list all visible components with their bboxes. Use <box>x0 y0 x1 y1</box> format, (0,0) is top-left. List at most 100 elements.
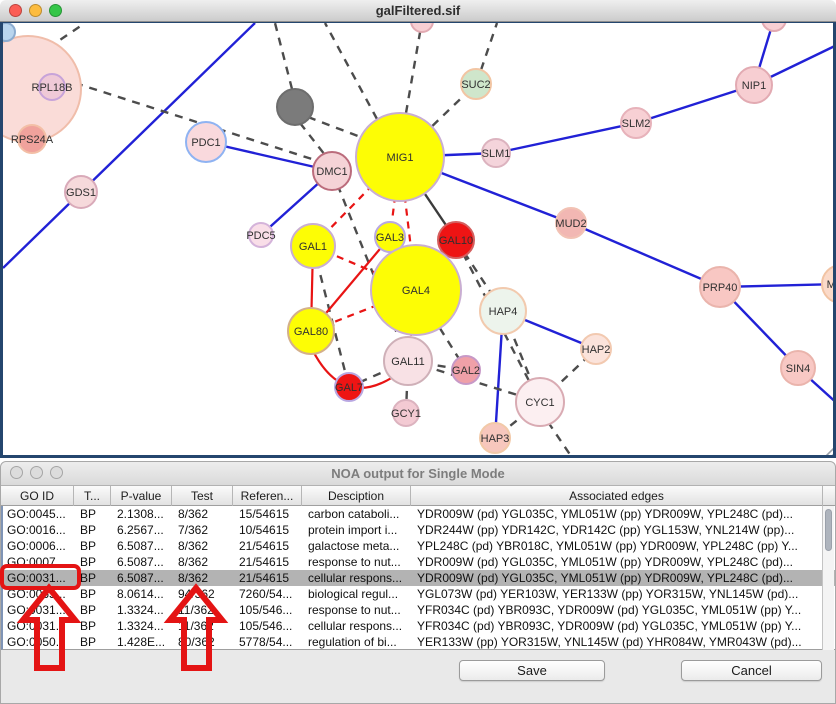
node-top-pink-2[interactable] <box>762 23 786 31</box>
cell-description: regulation of bi... <box>304 634 413 650</box>
cell-type: BP <box>76 634 113 650</box>
network-edge <box>275 23 292 89</box>
network-window-title: galFiltered.sif <box>0 3 836 18</box>
network-graph[interactable]: RPL18BRPS24APDC1GDS1MIG1DMC1SUC2SLM1SLM2… <box>3 23 836 458</box>
node-label-hap4: HAP4 <box>489 306 518 318</box>
node-label-hap3: HAP3 <box>481 433 510 445</box>
table-row[interactable]: GO:0006...BP6.5087...8/36221/54615galact… <box>3 538 835 554</box>
cell-type: BP <box>76 554 113 570</box>
column-header-associated_edges[interactable]: Associated edges <box>411 486 823 506</box>
network-edge <box>496 123 636 153</box>
cell-p_value: 6.5087... <box>113 538 174 554</box>
table-row[interactable]: GO:0031...BP1.3324...11/362105/546...cel… <box>3 618 835 634</box>
table-body: GO:0045...BP2.1308...8/36215/54615carbon… <box>1 506 835 650</box>
node-label-slm2: SLM2 <box>622 118 651 130</box>
cell-reference: 105/546... <box>235 602 304 618</box>
column-header-go_id[interactable]: GO ID <box>1 486 74 506</box>
table-row[interactable]: GO:0016...BP6.2567...7/36210/54615protei… <box>3 522 835 538</box>
cell-description: response to nut... <box>304 602 413 618</box>
node-label-gal2: GAL2 <box>452 365 480 377</box>
column-header-reference[interactable]: Referen... <box>233 486 302 506</box>
cell-reference: 21/54615 <box>235 570 304 586</box>
cell-go_id: GO:0050... <box>3 634 76 650</box>
cell-description: cellular respons... <box>304 618 413 634</box>
noa-window-titlebar[interactable]: NOA output for Single Mode <box>1 462 835 486</box>
table-row[interactable]: GO:0031...BP6.5087...8/36221/54615cellul… <box>3 570 835 586</box>
cell-reference: 7260/54... <box>235 586 304 602</box>
network-edge <box>548 422 573 458</box>
cell-type: BP <box>76 586 113 602</box>
cell-test: 11/362 <box>174 618 235 634</box>
cell-go_id: GO:0006... <box>3 538 76 554</box>
cell-type: BP <box>76 618 113 634</box>
cell-p_value: 6.2567... <box>113 522 174 538</box>
network-edge <box>823 443 836 458</box>
node-label-mud2: MUD2 <box>555 218 586 230</box>
network-canvas[interactable]: RPL18BRPS24APDC1GDS1MIG1DMC1SUC2SLM1SLM2… <box>0 22 836 458</box>
cell-type: BP <box>76 506 113 522</box>
column-header-p_value[interactable]: P-value <box>111 486 172 506</box>
cell-description: galactose meta... <box>304 538 413 554</box>
node-corner-blue[interactable] <box>3 23 15 41</box>
cell-type: BP <box>76 602 113 618</box>
cell-test: 8/362 <box>174 554 235 570</box>
cancel-button[interactable]: Cancel <box>681 660 822 681</box>
node-top-pink-1[interactable] <box>411 23 433 32</box>
table-row[interactable]: GO:0065...BP8.0614...94/3627260/54...bio… <box>3 586 835 602</box>
table-row[interactable]: GO:0007...BP6.5087...8/36221/54615respon… <box>3 554 835 570</box>
cell-reference: 5778/54... <box>235 634 304 650</box>
vertical-scrollbar[interactable] <box>822 506 834 650</box>
scrollbar-thumb[interactable] <box>825 509 832 551</box>
cell-go_id: GO:0031... <box>3 618 76 634</box>
network-edge <box>308 117 363 138</box>
node-label-gal3: GAL3 <box>376 232 404 244</box>
cell-type: BP <box>76 538 113 554</box>
column-header-test[interactable]: Test <box>172 486 233 506</box>
network-edge <box>300 123 325 155</box>
save-button[interactable]: Save <box>459 660 605 681</box>
node-label-nip1: NIP1 <box>742 80 766 92</box>
cell-associated_edges: YDR009W (pd) YGL035C, YML051W (pp) YDR00… <box>413 570 825 586</box>
cell-associated_edges: YGL073W (pd) YER103W, YER133W (pp) YOR31… <box>413 586 825 602</box>
cell-associated_edges: YDR009W (pd) YGL035C, YML051W (pp) YDR00… <box>413 506 825 522</box>
cell-reference: 15/54615 <box>235 506 304 522</box>
cell-description: carbon cataboli... <box>304 506 413 522</box>
cell-go_id: GO:0031... <box>3 602 76 618</box>
network-edge <box>406 23 422 113</box>
table-row[interactable]: GO:0050...BP1.428E...80/3625778/54...reg… <box>3 634 835 650</box>
cell-associated_edges: YER133W (pp) YOR315W, YNL145W (pd) YHR08… <box>413 634 825 650</box>
cell-type: BP <box>76 522 113 538</box>
network-edge <box>571 223 720 287</box>
network-edge <box>325 23 377 119</box>
cell-test: 8/362 <box>174 570 235 586</box>
column-header-description[interactable]: Desciption <box>302 486 411 506</box>
cell-description: cellular respons... <box>304 570 413 586</box>
cell-go_id: GO:0031... <box>3 570 76 586</box>
table-row[interactable]: GO:0031...BP1.3324...11/362105/546...res… <box>3 602 835 618</box>
node-label-pdc5: PDC5 <box>246 230 275 242</box>
cell-p_value: 1.3324... <box>113 602 174 618</box>
node-label-gal11: GAL11 <box>391 356 424 368</box>
table-row[interactable]: GO:0045...BP2.1308...8/36215/54615carbon… <box>3 506 835 522</box>
node-label-gal4: GAL4 <box>402 285 430 297</box>
node-label-msl1: MSL1 <box>827 279 836 291</box>
column-header-type[interactable]: T... <box>74 486 111 506</box>
table-header: GO IDT...P-valueTestReferen...Desciption… <box>1 486 835 506</box>
node-label-gal7: GAL7 <box>335 382 363 394</box>
network-window-titlebar[interactable]: galFiltered.sif <box>0 0 836 22</box>
node-label-prp40: PRP40 <box>703 282 738 294</box>
cell-reference: 21/54615 <box>235 554 304 570</box>
cell-reference: 105/546... <box>235 618 304 634</box>
cell-test: 11/362 <box>174 602 235 618</box>
node-gray-node[interactable] <box>277 89 313 125</box>
node-label-pdc1: PDC1 <box>191 137 220 149</box>
node-label-gal80: GAL80 <box>294 326 328 338</box>
cell-p_value: 8.0614... <box>113 586 174 602</box>
node-label-gcy1: GCY1 <box>391 408 421 420</box>
node-label-mig1: MIG1 <box>387 152 414 164</box>
node-label-suc2: SUC2 <box>461 79 490 91</box>
cell-reference: 21/54615 <box>235 538 304 554</box>
cell-go_id: GO:0007... <box>3 554 76 570</box>
cell-description: response to nut... <box>304 554 413 570</box>
node-label-gal1: GAL1 <box>299 241 327 253</box>
